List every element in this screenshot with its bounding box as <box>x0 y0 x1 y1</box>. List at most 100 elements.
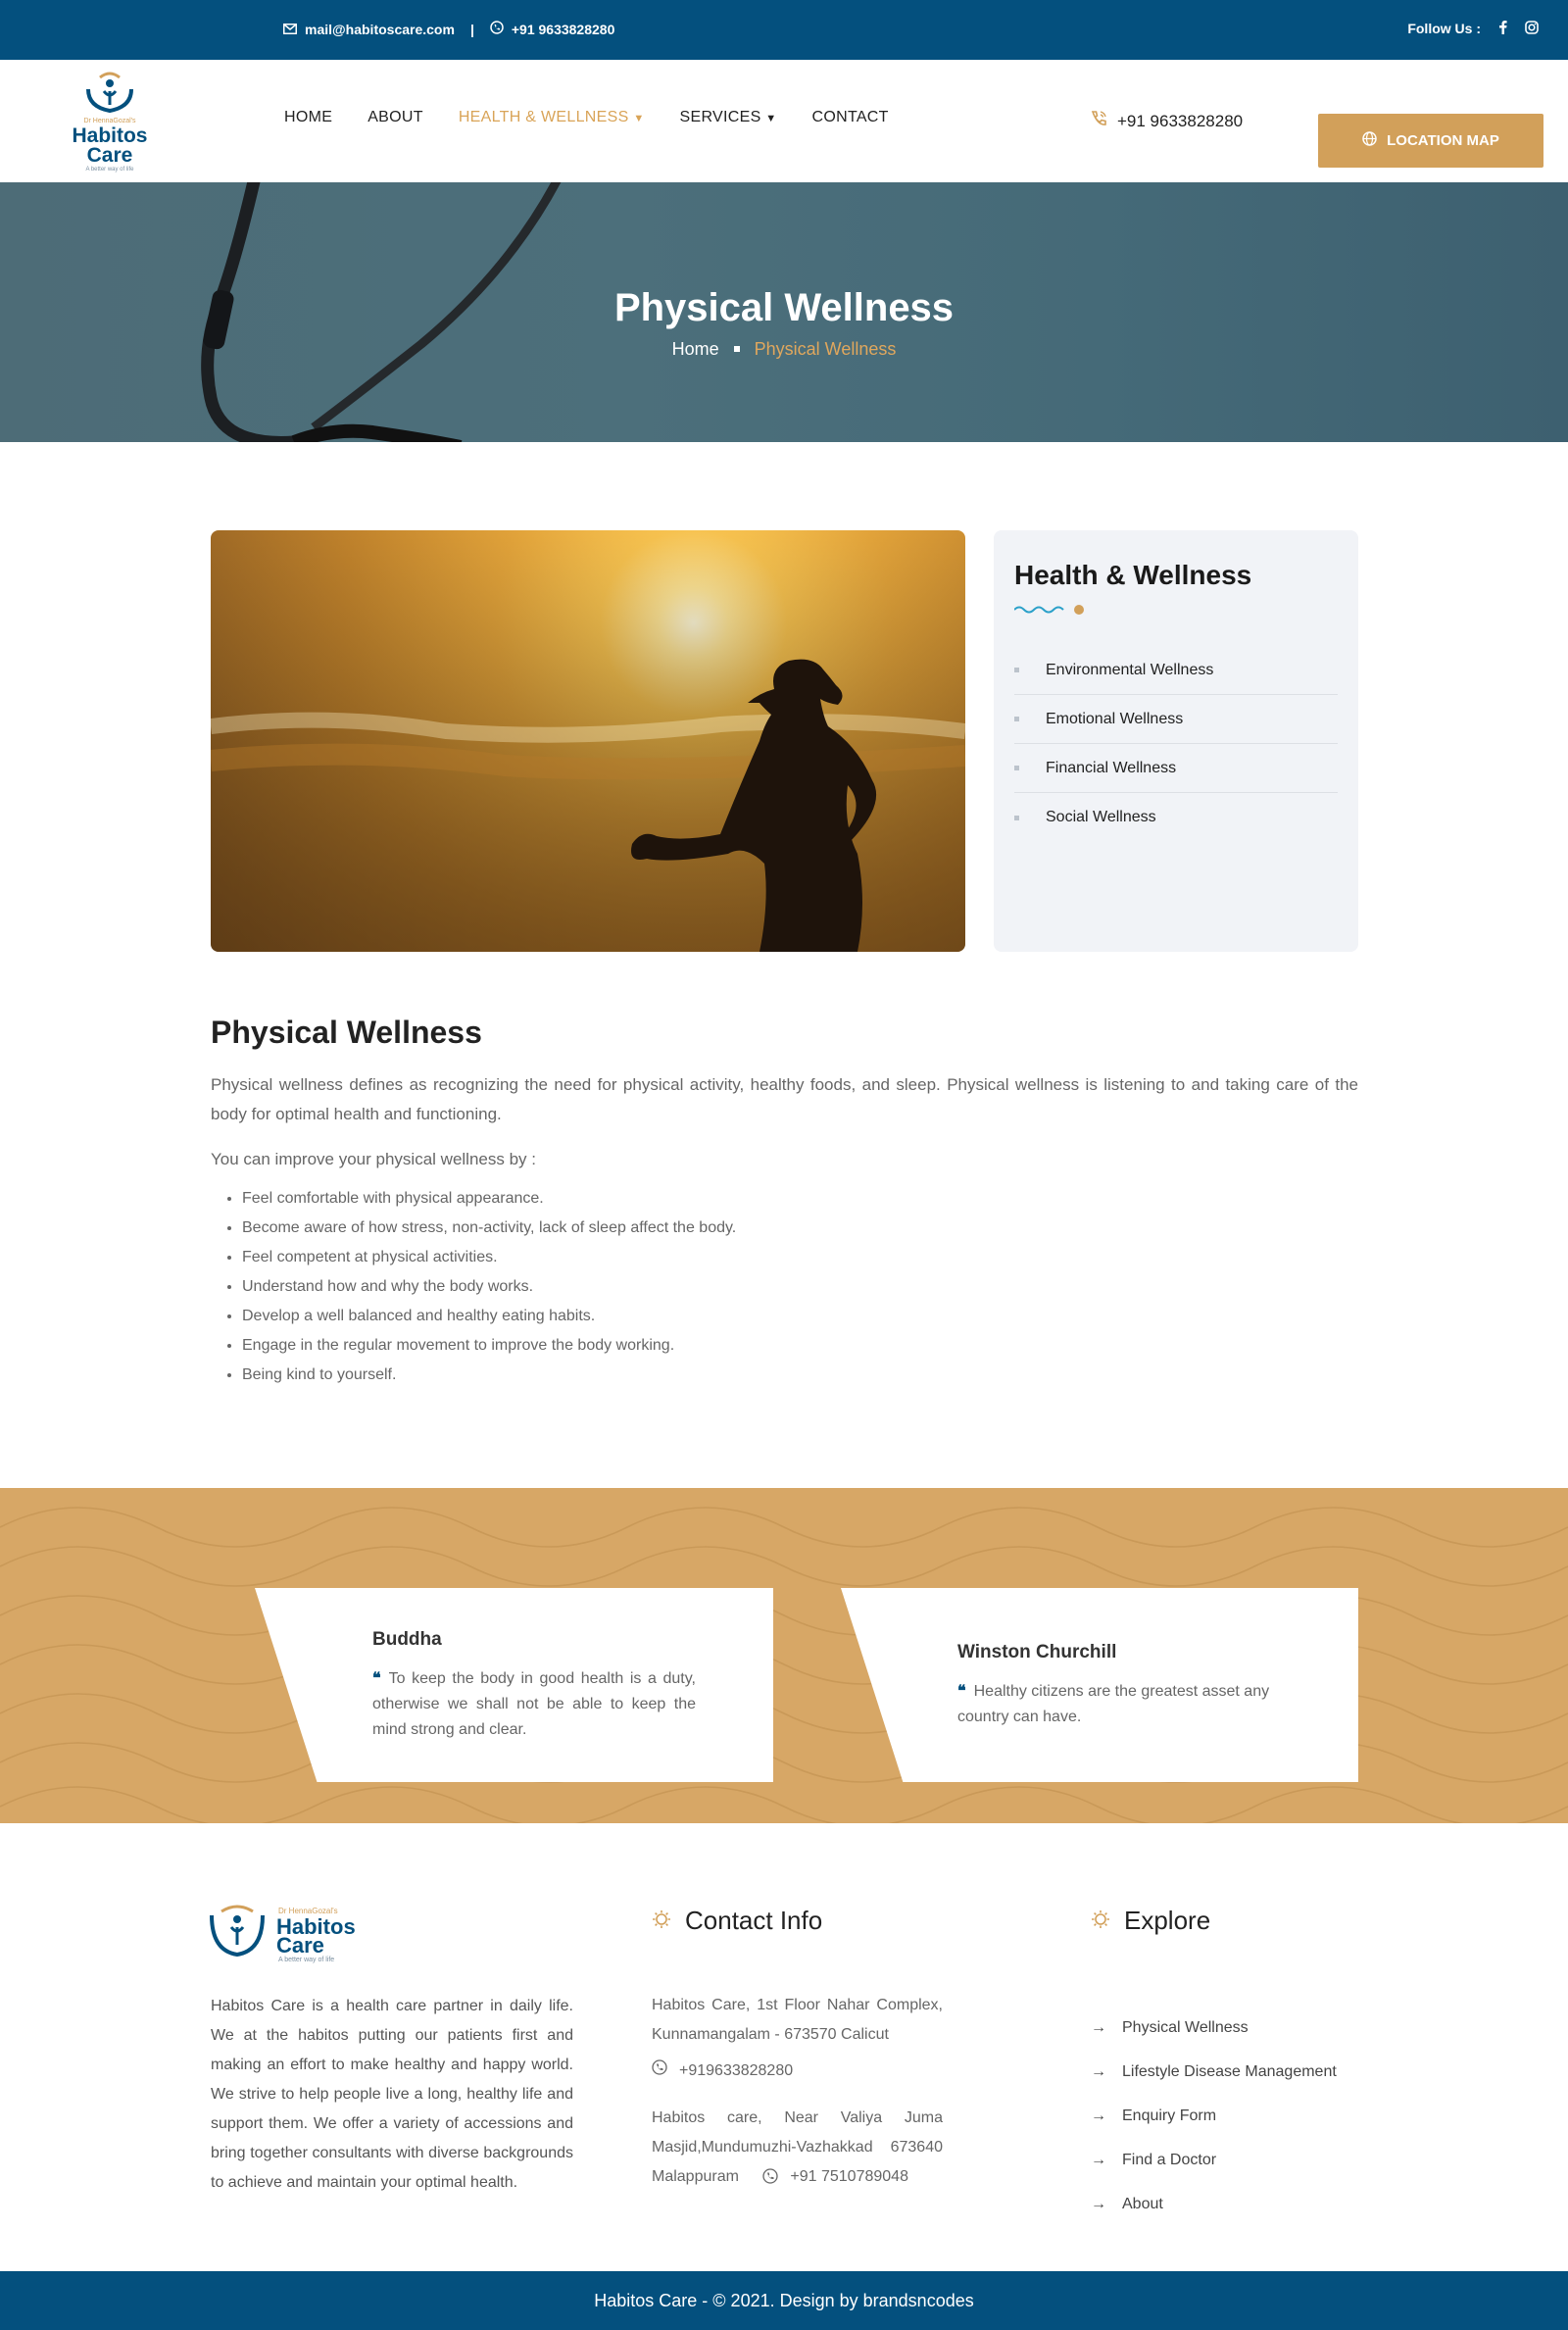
explore-link-label: Physical Wellness <box>1122 2018 1249 2036</box>
main-navbar: Dr HennaGozal's Habitos Care A better wa… <box>0 60 1568 182</box>
footer-about: Habitos Care is a health care partner in… <box>211 1998 573 2191</box>
quote-mark-icon: ❝ <box>372 1670 381 1687</box>
phone-icon <box>652 2057 667 2086</box>
phone-malappuram[interactable]: +91 7510789048 <box>762 2168 908 2185</box>
footer-explore-title: Explore <box>1091 1906 1210 1936</box>
footer-address-block: Habitos Care, 1st Floor Nahar Complex, K… <box>652 1991 943 2192</box>
nav-about[interactable]: ABOUT <box>368 109 423 126</box>
logo-tagline-bottom: A better way of life <box>85 167 134 173</box>
footer-contact-title-label: Contact Info <box>685 1906 823 1935</box>
top-separator: | <box>469 21 474 37</box>
location-map-button[interactable]: LOCATION MAP <box>1318 114 1544 168</box>
chevron-down-icon: ▼ <box>633 113 645 124</box>
address-calicut: Habitos Care, 1st Floor Nahar Complex, K… <box>652 1997 943 2043</box>
bullet-icon <box>1014 668 1019 672</box>
footer-explore-title-label: Explore <box>1124 1906 1211 1935</box>
explore-link-label: Lifestyle Disease Management <box>1122 2062 1337 2080</box>
explore-link-label: Enquiry Form <box>1122 2107 1217 2124</box>
explore-link-physical-wellness[interactable]: → Physical Wellness <box>1091 2006 1337 2050</box>
runner-sunset-image <box>211 530 965 952</box>
health-wellness-sidebar: Health & Wellness Environmental Wellness… <box>994 530 1358 952</box>
article-title: Physical Wellness <box>211 1015 482 1050</box>
nav-phone-number: +91 9633828280 <box>1117 111 1244 130</box>
globe-icon <box>1362 131 1377 150</box>
site-logo[interactable]: Dr HennaGozal's Habitos Care A better wa… <box>61 70 159 173</box>
nav-contact[interactable]: CONTACT <box>811 109 888 126</box>
explore-links: → Physical Wellness → Lifestyle Disease Ma… <box>1091 2006 1337 2226</box>
address-malappuram: Habitos care, Near Valiya Juma Masjid,Mu… <box>652 2104 943 2192</box>
logo-tagline-bottom: A better way of life <box>278 1957 334 1963</box>
sidebar-item-environmental[interactable]: Environmental Wellness <box>1014 646 1338 695</box>
bullet-icon <box>1014 766 1019 770</box>
article-content: Physical Wellness Physical wellness defi… <box>211 1015 1358 1390</box>
sidebar-item-label: Social Wellness <box>1046 809 1156 825</box>
quote-text-content: To keep the body in good health is a dut… <box>372 1670 696 1738</box>
breadcrumb-home[interactable]: Home <box>672 339 719 359</box>
explore-link-enquiry[interactable]: → Enquiry Form <box>1091 2094 1337 2138</box>
site-footer: Dr HennaGozal's Habitos Care A better wa… <box>0 1823 1568 2271</box>
phone-calicut[interactable]: +919633828280 <box>652 2057 943 2086</box>
sidebar-item-social[interactable]: Social Wellness <box>1014 793 1338 842</box>
quotes-band: Buddha ❝ To keep the body in good health … <box>0 1488 1568 1823</box>
quote-card-churchill: Winston Churchill ❝ Healthy citizens are … <box>841 1588 1358 1782</box>
nav-home[interactable]: HOME <box>284 109 332 126</box>
nav-health-wellness[interactable]: HEALTH & WELLNESS ▼ <box>459 109 645 126</box>
nav-services[interactable]: SERVICES ▼ <box>680 109 777 126</box>
list-item: Understand how and why the body works. <box>242 1272 1358 1302</box>
article-intro: Physical wellness defines as recognizing… <box>211 1075 1358 1123</box>
explore-link-about[interactable]: → About <box>1091 2182 1337 2226</box>
social-follow: Follow Us : <box>1407 20 1539 37</box>
page-title: Physical Wellness <box>613 286 955 329</box>
explore-link-label: About <box>1122 2195 1163 2212</box>
footer-logo[interactable]: Dr HennaGozal's Habitos Care A better wa… <box>208 1904 365 1969</box>
list-item: Feel comfortable with physical appearanc… <box>242 1184 1358 1214</box>
improve-label: You can improve your physical wellness b… <box>211 1150 536 1168</box>
nav-links: HOME ABOUT HEALTH & WELLNESS ▼ SERVICES … <box>284 109 924 126</box>
copyright-bar: Habitos Care - © 2021. Design by brandsn… <box>0 2271 1568 2330</box>
sun-icon <box>1091 1906 1110 1936</box>
quote-author: Buddha <box>372 1629 442 1650</box>
explore-link-label: Find a Doctor <box>1122 2151 1217 2168</box>
follow-label: Follow Us : <box>1407 21 1481 36</box>
footer-contact-title: Contact Info <box>652 1906 822 1936</box>
page-hero-banner: Physical Wellness Home Physical Wellness <box>0 182 1568 442</box>
arrow-right-icon: → <box>1091 2151 1106 2168</box>
sidebar-list: Environmental Wellness Emotional Wellnes… <box>1014 646 1338 842</box>
list-item: Develop a well balanced and healthy eati… <box>242 1302 1358 1331</box>
arrow-right-icon: → <box>1091 2062 1106 2080</box>
logo-name-line2: Care <box>276 1933 324 1958</box>
sun-icon <box>652 1906 671 1936</box>
nav-health-wellness-label: HEALTH & WELLNESS <box>458 109 629 125</box>
sidebar-item-label: Environmental Wellness <box>1046 661 1214 678</box>
nav-phone[interactable]: +91 9633828280 <box>1090 110 1243 132</box>
sidebar-item-financial[interactable]: Financial Wellness <box>1014 744 1338 793</box>
facebook-icon[interactable] <box>1498 20 1507 37</box>
logo-tagline-top: Dr HennaGozal's <box>83 118 136 124</box>
quote-text: ❝ To keep the body in good health is a du… <box>372 1666 696 1743</box>
breadcrumb-current: Physical Wellness <box>754 339 897 359</box>
sidebar-item-label: Financial Wellness <box>1046 759 1177 776</box>
arrow-right-icon: → <box>1091 2107 1106 2124</box>
sidebar-item-emotional[interactable]: Emotional Wellness <box>1014 695 1338 744</box>
list-item: Being kind to yourself. <box>242 1361 1358 1390</box>
top-contact: mail@habitoscare.com | +91 9633828280 <box>283 21 614 37</box>
arrow-right-icon: → <box>1091 2195 1106 2212</box>
explore-link-find-doctor[interactable]: → Find a Doctor <box>1091 2138 1337 2182</box>
quote-author: Winston Churchill <box>957 1642 1117 1662</box>
copyright-text: Habitos Care - © 2021. Design by brandsn… <box>594 2291 974 2310</box>
list-item: Engage in the regular movement to improv… <box>242 1331 1358 1361</box>
nav-services-label: SERVICES <box>679 109 761 125</box>
breadcrumb-separator <box>733 346 740 352</box>
wave-divider-icon <box>1014 605 1084 615</box>
sidebar-title: Health & Wellness <box>1014 560 1252 590</box>
explore-link-lifestyle[interactable]: → Lifestyle Disease Management <box>1091 2050 1337 2094</box>
phone-icon <box>1090 110 1107 132</box>
top-email-link[interactable]: mail@habitoscare.com <box>305 22 455 37</box>
instagram-icon[interactable] <box>1525 20 1539 37</box>
top-phone-link[interactable]: +91 9633828280 <box>512 22 615 37</box>
top-bar: mail@habitoscare.com | +91 9633828280 Fo… <box>0 0 1568 60</box>
logo-name-line2: Care <box>87 144 133 167</box>
phone-icon <box>762 2168 790 2185</box>
chevron-down-icon: ▼ <box>765 113 777 124</box>
mail-icon <box>283 22 297 37</box>
